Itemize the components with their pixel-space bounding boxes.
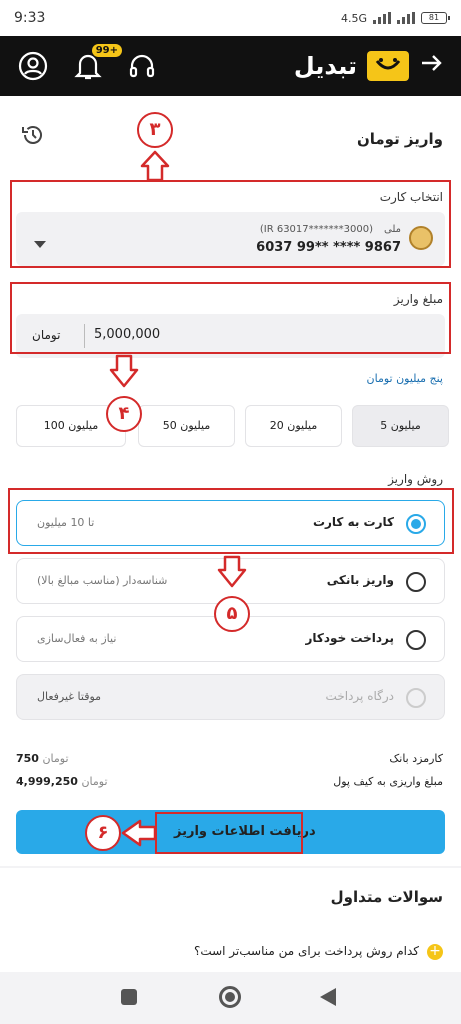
arrow-left-6 bbox=[121, 819, 157, 847]
arrow-down-5 bbox=[217, 555, 247, 588]
annotation-arrows bbox=[109, 150, 247, 847]
arrow-up-3 bbox=[140, 150, 170, 182]
arrow-down-4 bbox=[109, 354, 139, 388]
